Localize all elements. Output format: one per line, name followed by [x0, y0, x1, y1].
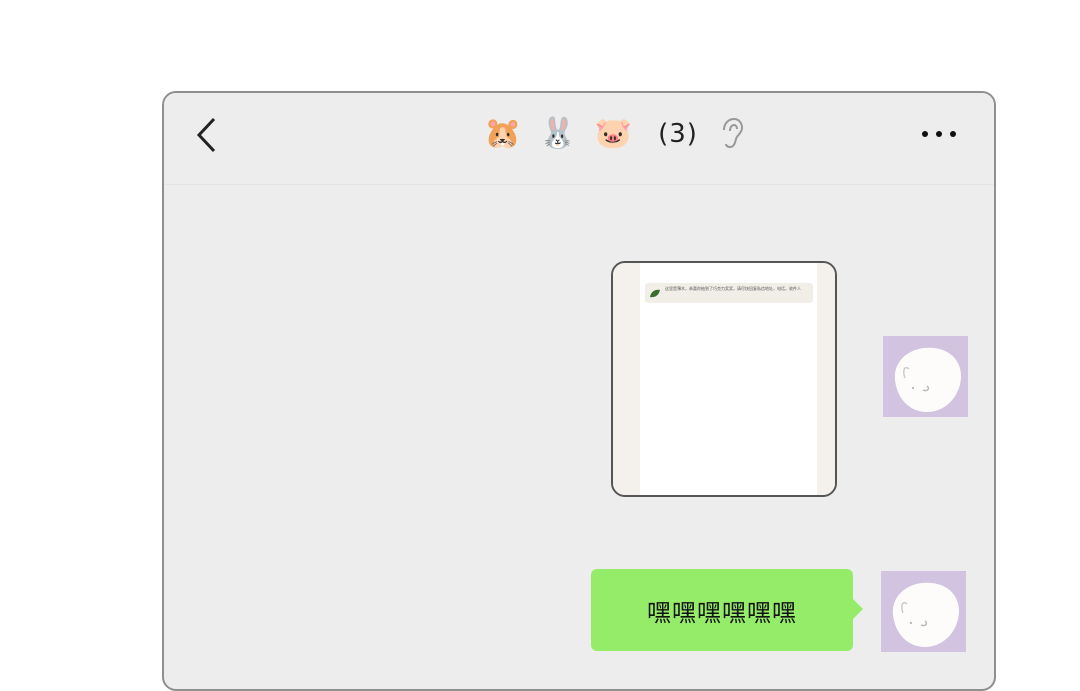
leaf-icon [650, 289, 660, 298]
chat-window: 🐹 🐰 🐷 (3) 这里是薄木，恭喜你抽到了巧克力奖奖，请尽快回复私信地址，电话… [162, 91, 996, 691]
text-message-bubble[interactable]: 嘿嘿嘿嘿嘿嘿 [591, 569, 863, 651]
image-panel-left [613, 263, 640, 495]
ghost-avatar-icon [881, 571, 966, 652]
avatar[interactable] [881, 571, 966, 652]
message-text: 嘿嘿嘿嘿嘿嘿 [647, 598, 797, 627]
member-count: (3) [658, 119, 698, 149]
image-caption: 这里是薄木，恭喜你抽到了巧克力奖奖，请尽快回复私信地址，电话，收件人 [665, 286, 801, 291]
avatar[interactable] [883, 336, 968, 417]
pig-emoji: 🐷 [594, 116, 633, 151]
chevron-left-icon[interactable] [194, 115, 220, 155]
image-panel-right [817, 263, 835, 495]
image-notification: 这里是薄木，恭喜你抽到了巧克力奖奖，请尽快回复私信地址，电话，收件人 [645, 283, 813, 303]
image-message[interactable]: 这里是薄木，恭喜你抽到了巧克力奖奖，请尽快回复私信地址，电话，收件人 [611, 261, 837, 497]
chat-title: 🐹 🐰 🐷 (3) [484, 112, 744, 156]
ghost-avatar-icon [883, 336, 968, 417]
hamster-emoji: 🐹 [484, 116, 522, 151]
ear-icon [722, 117, 743, 149]
more-dots-icon[interactable] [920, 129, 958, 139]
rabbit-emoji: 🐰 [539, 116, 577, 151]
chat-header: 🐹 🐰 🐷 (3) [164, 93, 994, 185]
